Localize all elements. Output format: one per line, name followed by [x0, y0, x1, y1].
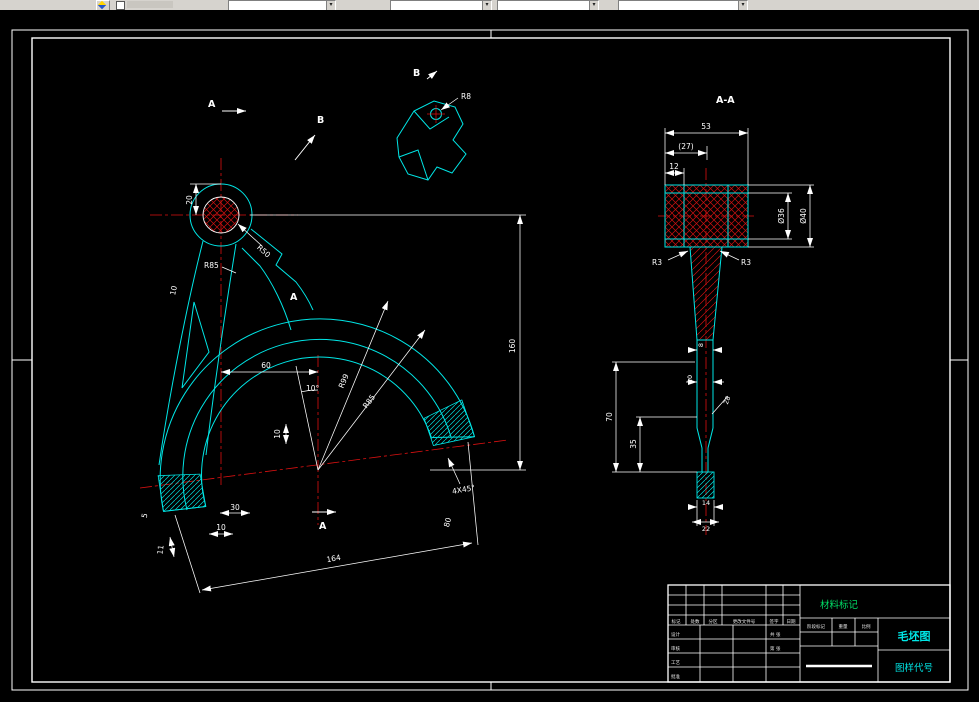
title-block: 标记 处数 分区 更改文件号 签字 日期 设计 审核 工艺 批准 共 张 第 张…	[667, 584, 951, 683]
detail-title-b: B	[413, 68, 420, 79]
section-label-a-mid: A	[290, 292, 298, 303]
dim-d40: Ø40	[799, 208, 808, 224]
dim-27: (27)	[678, 142, 693, 151]
dim-60: 60	[261, 361, 271, 370]
detail-centerlines	[427, 105, 445, 123]
dim-10-bottom: 10	[216, 523, 226, 532]
left-pad-hatch	[157, 473, 207, 512]
material-label: 材料标记	[820, 599, 859, 611]
detail-direction-arrow	[426, 70, 438, 80]
chevron-down-icon[interactable]: ▾	[482, 1, 491, 10]
rev-header-count: 处数	[691, 618, 700, 625]
rev-header-mark: 标记	[672, 618, 681, 625]
chevron-down-icon[interactable]: ▾	[738, 1, 747, 10]
detail-outline	[396, 100, 467, 181]
cad-drawing: A A A B 20 R50 R85 10 60 10° R99 R85 160…	[11, 29, 969, 691]
sheet-frame	[11, 29, 969, 691]
b-detail-view: B R8	[396, 68, 471, 181]
dim-angle: 10°	[306, 384, 320, 393]
dim-53: 53	[701, 122, 711, 131]
chevron-down-icon[interactable]: ▾	[589, 1, 598, 10]
dim-r8: R8	[461, 92, 471, 101]
view-label-b: B	[317, 115, 324, 126]
dim-r3-left: R3	[652, 258, 662, 267]
dim-d36: Ø36	[777, 208, 786, 224]
sheet-no: 第 张	[770, 645, 781, 652]
scale-label: 比例	[862, 623, 871, 630]
drawing-canvas[interactable]: A A A B 20 R50 R85 10 60 10° R99 R85 160…	[0, 10, 979, 702]
sign-approve: 批准	[671, 673, 680, 680]
section-title: A-A	[716, 95, 735, 106]
dim-5: 5	[140, 512, 150, 518]
rev-header-zone: 分区	[709, 618, 718, 625]
dim-22: 22	[702, 525, 710, 533]
right-pad-hatch	[423, 399, 476, 446]
dim-r99: R99	[337, 372, 351, 389]
dim-20: 20	[185, 195, 194, 205]
rev-header-date: 日期	[787, 619, 796, 625]
dim-10: 10	[686, 375, 694, 383]
section-arrows	[222, 108, 336, 515]
dim-8: 8	[697, 343, 705, 347]
rev-header-file: 更改文件号	[733, 618, 756, 625]
dim-80: 80	[442, 516, 453, 528]
sheet-total: 共 张	[770, 631, 781, 638]
layer-checkbox-label	[127, 1, 173, 8]
section-outline	[664, 184, 749, 499]
dim-30: 30	[230, 503, 240, 512]
layer-visibility-checkbox[interactable]	[116, 1, 125, 10]
stage-label: 阶段标记	[807, 623, 825, 630]
sign-process: 工艺	[671, 660, 680, 666]
dim-70: 70	[605, 412, 614, 422]
dim-12: 12	[669, 162, 679, 171]
dim-chamfer: 4X45°	[451, 483, 476, 496]
dim-r50: R50	[255, 243, 272, 260]
dim-160: 160	[508, 339, 517, 354]
sign-check: 审核	[671, 645, 680, 652]
dim-r85-arm: R85	[204, 261, 219, 270]
front-view: A A A B 20 R50 R85 10 60 10° R99 R85 160…	[140, 99, 526, 594]
dim-10-arm: 10	[168, 285, 179, 296]
dim-10-mid: 10	[273, 429, 282, 439]
section-view: A-A 53 (27) 12 Ø36 Ø40 R3 R3 8 10 28 70 …	[605, 95, 814, 535]
dim-164: 164	[326, 553, 342, 564]
section-label-a-top: A	[208, 99, 216, 110]
dim-35: 35	[629, 439, 638, 449]
dim-r3-right: R3	[741, 258, 751, 267]
sign-design: 设计	[671, 631, 680, 638]
drawing-code-label: 图样代号	[895, 662, 933, 674]
app-icon	[97, 0, 107, 10]
section-label-a-bottom: A	[319, 521, 327, 532]
chevron-down-icon[interactable]: ▾	[326, 1, 335, 10]
rev-header-sign: 签字	[770, 618, 779, 625]
dim-11: 11	[155, 544, 165, 555]
dim-28: 28	[722, 395, 732, 406]
weight-label: 重量	[839, 623, 848, 630]
dim-14: 14	[702, 499, 710, 507]
drawing-type-label: 毛坯图	[898, 629, 931, 643]
